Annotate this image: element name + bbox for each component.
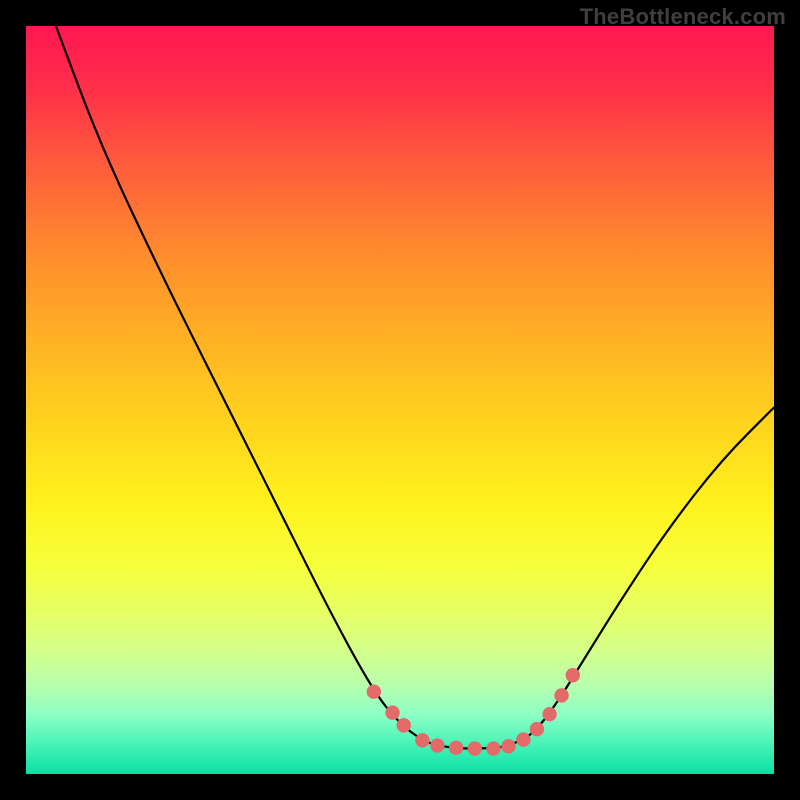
highlight-marker: [468, 741, 482, 755]
highlight-marker: [486, 741, 500, 755]
marker-group: [367, 668, 580, 756]
highlight-marker: [397, 718, 411, 732]
highlight-marker: [516, 732, 530, 746]
highlight-marker: [449, 741, 463, 755]
highlight-marker: [566, 668, 580, 682]
chart-frame: TheBottleneck.com: [0, 0, 800, 800]
plot-area: [26, 26, 774, 774]
highlight-marker: [554, 688, 568, 702]
highlight-marker: [530, 722, 544, 736]
bottleneck-curve: [56, 26, 774, 749]
highlight-marker: [542, 707, 556, 721]
highlight-marker: [367, 685, 381, 699]
highlight-marker: [385, 705, 399, 719]
chart-svg: [26, 26, 774, 774]
highlight-marker: [430, 738, 444, 752]
watermark: TheBottleneck.com: [580, 4, 786, 30]
highlight-marker: [501, 739, 515, 753]
highlight-marker: [415, 733, 429, 747]
